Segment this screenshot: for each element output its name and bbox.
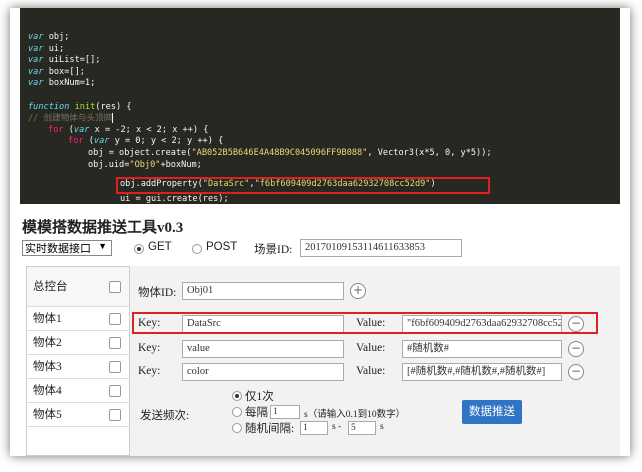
code-keyword: var	[28, 32, 44, 42]
mode-select[interactable]: 实时数据接口 ▼	[22, 240, 112, 256]
get-label: GET	[148, 241, 172, 253]
key-input[interactable]: value	[182, 340, 344, 358]
object-id-label: 物体ID:	[138, 287, 177, 299]
random-separator: s -	[332, 422, 342, 432]
text-cursor	[112, 113, 114, 124]
every-hint: s（请输入0.1到10数字）	[304, 410, 406, 420]
plus-circle-icon[interactable]: +	[350, 283, 366, 299]
code-keyword: var	[28, 66, 44, 77]
minus-circle-icon[interactable]: −	[568, 341, 584, 357]
code-text: (res) {	[95, 101, 132, 112]
sidebar-item-label: 物体5	[33, 409, 62, 421]
sidebar-checkbox[interactable]	[109, 409, 121, 421]
code-text: box=[];	[43, 66, 85, 77]
code-keyword: var	[28, 78, 44, 89]
screenshot-frame: var obj; var ui; var uiList=[]; var box=…	[10, 8, 630, 456]
every-label: 每隔	[245, 407, 268, 419]
code-text: uiList=[];	[43, 55, 101, 66]
code-text: obj.uid=	[88, 159, 130, 170]
code-text: (	[63, 124, 74, 135]
code-text: , Vector3(x*5, 0, y*5));	[367, 148, 492, 158]
random-interval-label: 随机间隔:	[245, 423, 295, 435]
sidebar-checkbox[interactable]	[109, 337, 121, 349]
code-text: (	[83, 136, 94, 147]
row-highlight-box	[132, 312, 598, 334]
code-keyword: for	[68, 136, 84, 147]
sidebar-item-label: 物体2	[33, 337, 62, 349]
key-input[interactable]: color	[182, 363, 344, 381]
object-id-input[interactable]: Obj01	[182, 282, 344, 300]
once-radio[interactable]	[232, 391, 242, 401]
get-radio[interactable]	[134, 244, 144, 254]
sidebar-item-console[interactable]: 总控台	[27, 267, 129, 307]
scene-id-label: 场景ID:	[254, 244, 293, 256]
sidebar-item-label: 物体1	[33, 313, 62, 325]
code-text: boxNum=1;	[43, 78, 96, 89]
sidebar-checkbox[interactable]	[109, 313, 121, 325]
mode-select-value: 实时数据接口	[25, 243, 91, 255]
key-label: Key:	[138, 365, 161, 377]
once-label: 仅1次	[245, 391, 274, 403]
code-text: +boxNum;	[160, 159, 202, 170]
sidebar-item-label: 物体4	[33, 385, 62, 397]
random-min-input[interactable]: 1	[300, 421, 328, 435]
chevron-down-icon: ▼	[98, 241, 107, 251]
code-keyword: function	[28, 101, 70, 112]
data-push-tool: 模模搭数据推送工具v0.3 实时数据接口 ▼ GET POST 场景ID: 20…	[20, 204, 620, 456]
code-string: "AB052B5B646E4A48B9C045096FF9B088"	[191, 148, 368, 158]
tool-title: 模模搭数据推送工具v0.3	[22, 220, 184, 236]
random-unit: s	[380, 422, 384, 432]
object-list: 总控台 物体1 物体2 物体3 物体4 物体5	[26, 266, 130, 456]
value-label: Value:	[356, 365, 386, 377]
code-text: obj;	[43, 32, 70, 42]
sidebar-item-object-4[interactable]: 物体4	[27, 379, 129, 403]
sidebar-checkbox[interactable]	[109, 385, 121, 397]
code-keyword: for	[48, 124, 64, 135]
every-radio[interactable]	[232, 407, 242, 417]
code-string: "Obj0"	[129, 159, 161, 170]
key-label: Key:	[138, 342, 161, 354]
value-label: Value:	[356, 342, 386, 354]
value-input[interactable]: [#随机数#,#随机数#,#随机数#]	[402, 363, 562, 381]
sidebar-item-label: 物体3	[33, 361, 62, 373]
sidebar-item-label: 总控台	[33, 281, 68, 293]
scene-id-input[interactable]: 20170109153114611633853	[300, 239, 462, 257]
every-seconds-input[interactable]: 1	[270, 405, 300, 419]
code-text: obj = object.create(	[88, 148, 192, 158]
sidebar-checkbox[interactable]	[109, 281, 121, 293]
post-radio[interactable]	[192, 244, 202, 254]
random-max-input[interactable]: 5	[348, 421, 376, 435]
frequency-label: 发送频次:	[140, 410, 190, 422]
sidebar-item-object-5[interactable]: 物体5	[27, 403, 129, 427]
code-editor[interactable]: var obj; var ui; var uiList=[]; var box=…	[20, 8, 620, 204]
push-data-button[interactable]: 数据推送	[462, 400, 522, 424]
random-radio[interactable]	[232, 423, 242, 433]
code-keyword: var	[93, 136, 110, 147]
code-text: ui = gui.create(res);	[120, 194, 229, 204]
value-input[interactable]: #随机数#	[402, 340, 562, 358]
minus-circle-icon[interactable]: −	[568, 364, 584, 380]
code-keyword: var	[73, 124, 90, 135]
code-keyword: var	[28, 43, 44, 54]
sidebar-checkbox[interactable]	[109, 361, 121, 373]
code-text: x = -2; x < 2; x ++) {	[89, 124, 209, 135]
code-text: y = 0; y < 2; y ++) {	[109, 136, 224, 147]
sidebar-item-object-3[interactable]: 物体3	[27, 355, 129, 379]
post-label: POST	[206, 241, 238, 253]
code-text: ui;	[43, 43, 65, 54]
code-comment: // 创建物体与头顶牌	[28, 113, 113, 124]
sidebar-item-object-1[interactable]: 物体1	[27, 307, 129, 331]
code-highlight-box	[116, 177, 490, 194]
code-function-name: init	[74, 101, 96, 112]
code-keyword: var	[28, 55, 44, 66]
sidebar-item-object-2[interactable]: 物体2	[27, 331, 129, 355]
